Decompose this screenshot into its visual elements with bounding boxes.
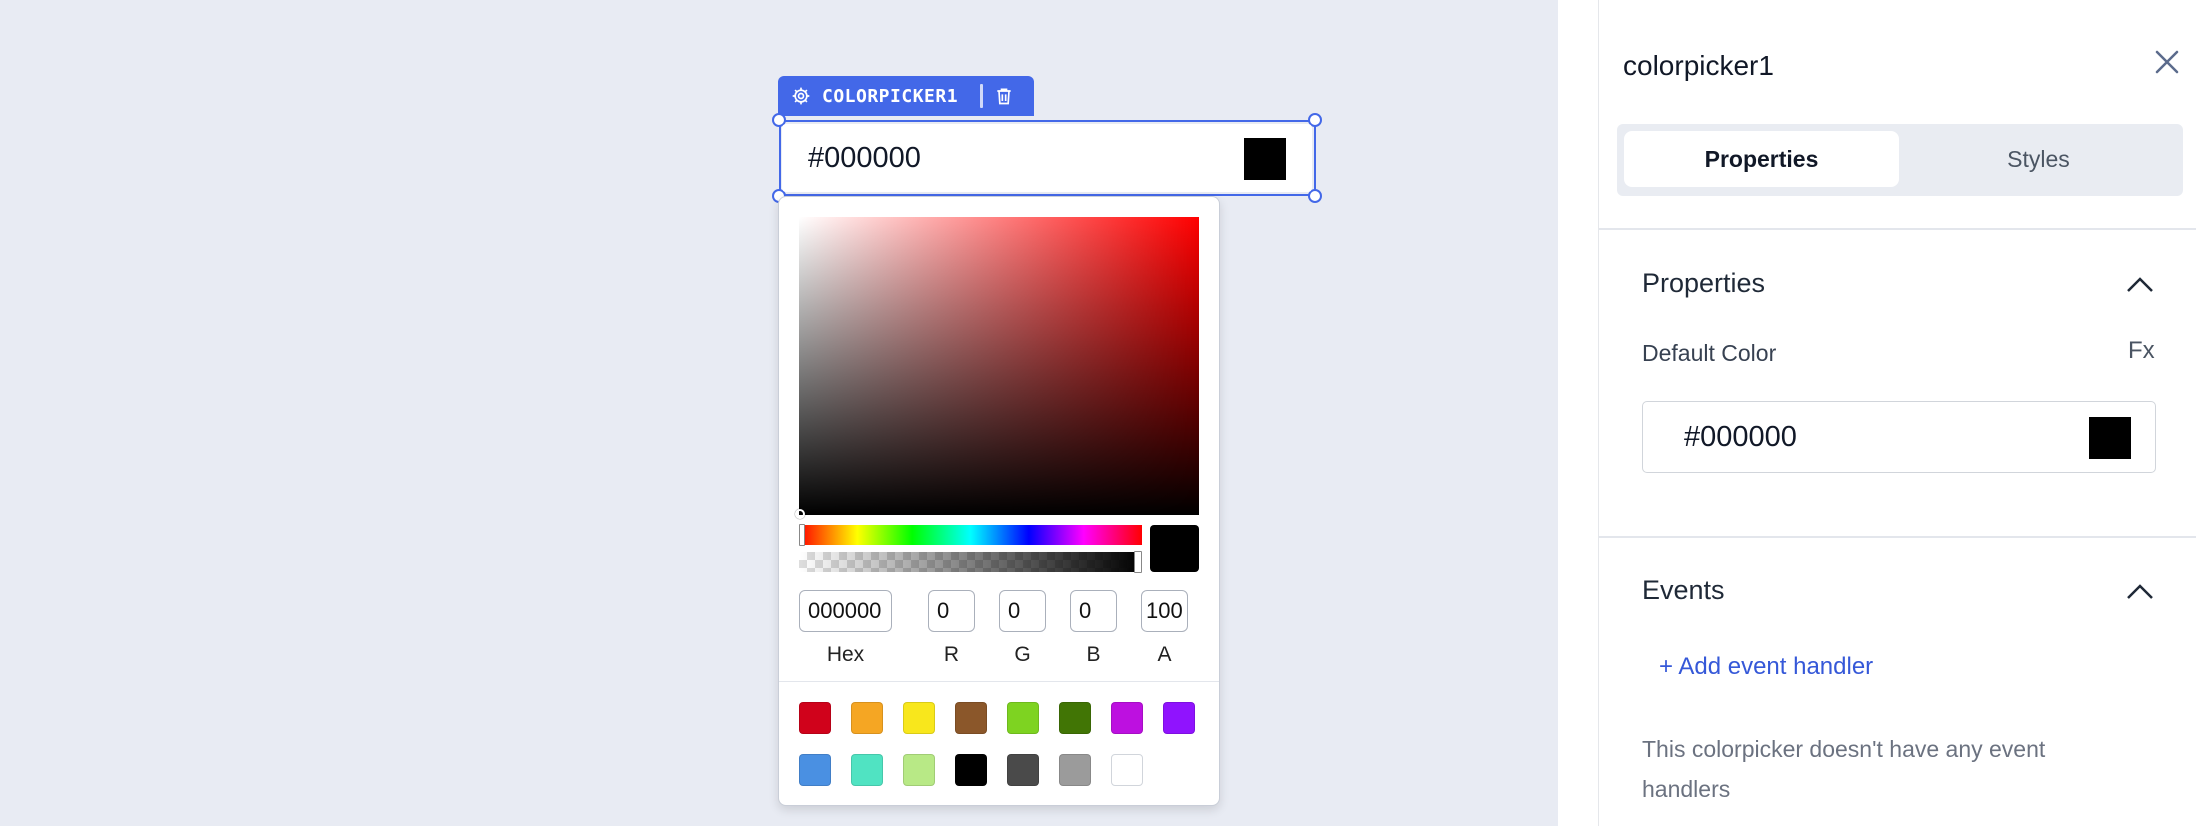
hue-slider-handle[interactable] — [799, 524, 805, 546]
gear-icon[interactable] — [790, 85, 812, 107]
preset-swatch[interactable] — [1059, 702, 1091, 734]
g-label: G — [1014, 643, 1031, 666]
inspector-panel: colorpicker1 Properties Styles Propertie… — [1598, 0, 2196, 826]
default-color-label: Default Color — [1642, 340, 1777, 366]
section-divider — [1599, 536, 2196, 538]
panel-tabs: Properties Styles — [1617, 124, 2183, 196]
fx-toggle[interactable]: Fx — [2128, 337, 2155, 365]
add-event-handler-link[interactable]: + Add event handler — [1659, 653, 1873, 681]
a-field[interactable]: 100 — [1141, 590, 1188, 632]
preset-swatch[interactable] — [903, 754, 935, 786]
preset-swatch[interactable] — [1059, 754, 1091, 786]
preset-swatch[interactable] — [1007, 754, 1039, 786]
no-event-handlers-message: This colorpicker doesn't have any event … — [1642, 736, 2046, 802]
default-color-swatch[interactable] — [2089, 417, 2131, 459]
b-field[interactable]: 0 — [1070, 590, 1117, 632]
b-label: B — [1086, 643, 1101, 666]
tab-styles[interactable]: Styles — [1901, 131, 2176, 187]
preset-swatch[interactable] — [1163, 702, 1195, 734]
properties-section-title[interactable]: Properties — [1642, 268, 1765, 299]
preset-swatch[interactable] — [851, 754, 883, 786]
section-divider — [1599, 228, 2196, 230]
preset-swatch[interactable] — [1111, 702, 1143, 734]
canvas-gutter — [1558, 0, 1598, 826]
widget-name: COLORPICKER1 — [822, 85, 959, 107]
default-color-input[interactable]: #000000 — [1642, 401, 2156, 473]
swatch-divider — [779, 681, 1219, 682]
color-picker-popup: 000000 0 0 0 100 Hex R G B A — [778, 196, 1220, 806]
hex-field[interactable]: 000000 — [799, 590, 892, 632]
alpha-slider-handle[interactable] — [1134, 551, 1142, 573]
preset-swatch[interactable] — [799, 702, 831, 734]
close-icon[interactable] — [2154, 49, 2180, 75]
color-preview — [1150, 525, 1199, 572]
alpha-slider[interactable] — [799, 551, 1142, 573]
saturation-area[interactable] — [795, 217, 1199, 519]
preset-swatch[interactable] — [903, 702, 935, 734]
widget-tag[interactable]: COLORPICKER1 — [778, 76, 1034, 116]
preset-swatch[interactable] — [799, 754, 831, 786]
preset-swatch[interactable] — [955, 754, 987, 786]
colorpicker-widget-input[interactable]: #000000 — [782, 124, 1312, 192]
preset-swatch[interactable] — [955, 702, 987, 734]
alpha-gradient — [799, 552, 1142, 572]
chevron-up-icon[interactable] — [2125, 581, 2155, 601]
tag-separator — [980, 84, 984, 108]
hue-slider[interactable] — [799, 524, 1142, 546]
preset-swatch[interactable] — [1111, 754, 1143, 786]
preset-swatch[interactable] — [851, 702, 883, 734]
panel-title[interactable]: colorpicker1 — [1623, 50, 1774, 82]
trash-icon[interactable] — [993, 85, 1015, 107]
colorpicker-swatch[interactable] — [1244, 138, 1286, 180]
chevron-up-icon[interactable] — [2125, 274, 2155, 294]
r-label: R — [943, 643, 960, 666]
a-label: A — [1157, 643, 1172, 666]
saturation-cursor[interactable] — [795, 509, 805, 519]
r-field[interactable]: 0 — [928, 590, 975, 632]
tab-properties[interactable]: Properties — [1624, 131, 1899, 187]
preset-swatch[interactable] — [1007, 702, 1039, 734]
hex-label: Hex — [826, 643, 865, 666]
g-field[interactable]: 0 — [999, 590, 1046, 632]
default-color-value: #000000 — [1684, 420, 1797, 453]
events-section-title[interactable]: Events — [1642, 575, 1725, 606]
colorpicker-value: #000000 — [808, 141, 921, 174]
